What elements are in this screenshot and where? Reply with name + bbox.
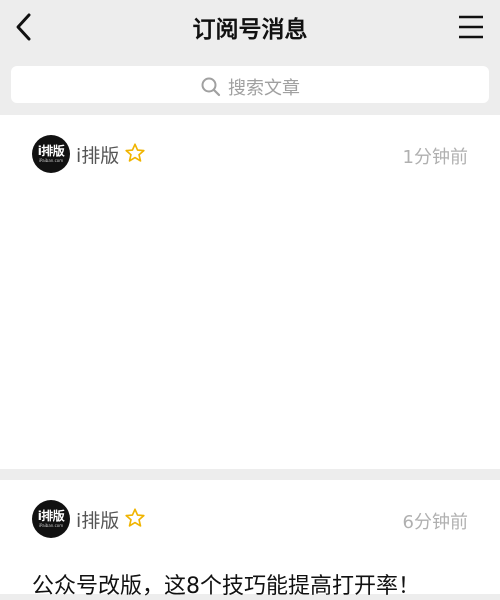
- avatar[interactable]: i排版 iPaiban.com: [32, 500, 70, 538]
- search-input[interactable]: 搜索文章: [11, 66, 489, 103]
- account-name[interactable]: i排版: [76, 141, 119, 168]
- message-time: 6分钟前: [402, 512, 468, 533]
- message-header: i排版 iPaiban.com i排版 6分钟前: [32, 500, 468, 538]
- page-title: 订阅号消息: [192, 17, 308, 43]
- avatar-subtext: iPaiban.com: [38, 523, 64, 528]
- nav-bar: 订阅号消息: [0, 0, 500, 56]
- search-placeholder: 搜索文章: [228, 78, 300, 99]
- account-name[interactable]: i排版: [76, 506, 119, 533]
- message-header: i排版 iPaiban.com i排版 1分钟前: [32, 135, 468, 173]
- back-button[interactable]: [10, 10, 40, 44]
- hamburger-menu-icon: [459, 15, 483, 39]
- message-card[interactable]: i排版 iPaiban.com i排版 1分钟前: [0, 115, 500, 469]
- star-icon[interactable]: [124, 507, 146, 529]
- article-title[interactable]: 公众号改版，这8个技巧能提高打开率！: [32, 568, 420, 600]
- message-card[interactable]: i排版 iPaiban.com i排版 6分钟前 公众号改版，这8个技巧能提高打…: [0, 480, 500, 599]
- chevron-left-icon: [16, 13, 31, 41]
- message-time: 1分钟前: [402, 147, 468, 168]
- avatar-text: i排版: [37, 509, 65, 523]
- avatar[interactable]: i排版 iPaiban.com: [32, 135, 70, 173]
- star-icon[interactable]: [124, 142, 146, 164]
- avatar-text: i排版: [37, 144, 65, 158]
- search-icon: [201, 77, 221, 97]
- avatar-subtext: iPaiban.com: [38, 158, 64, 163]
- menu-button[interactable]: [456, 12, 486, 42]
